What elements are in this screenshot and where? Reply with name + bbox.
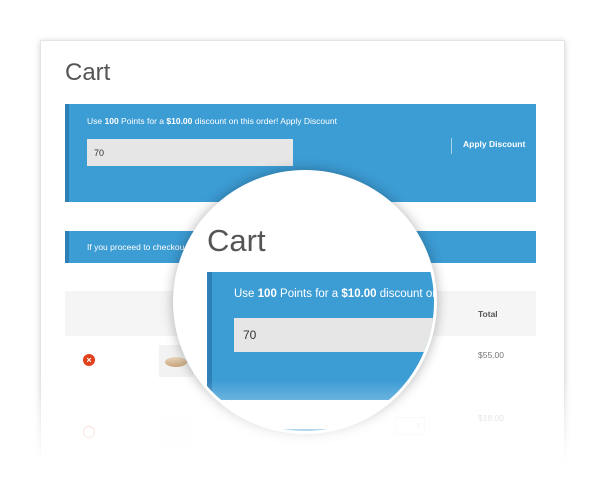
apply-discount-button[interactable]: Apply Discount bbox=[463, 139, 525, 149]
notice-divider bbox=[451, 138, 452, 154]
product-thumbnail[interactable] bbox=[159, 417, 193, 449]
magnified-points-message: Use 100 Points for a $10.00 discount on … bbox=[234, 288, 434, 300]
discount-amount: $10.00 bbox=[166, 116, 193, 126]
points-message: Use 100 Points for a $10.00 discount on … bbox=[87, 116, 337, 126]
page-title: Cart bbox=[65, 59, 111, 86]
row-total: $55.00 bbox=[478, 350, 504, 360]
total-column-header: Total bbox=[478, 309, 498, 319]
points-input[interactable] bbox=[87, 139, 293, 166]
remove-item-icon[interactable]: × bbox=[83, 354, 95, 366]
row-total: $18.00 bbox=[478, 413, 504, 423]
magnified-points-notice: Use 100 Points for a $10.00 discount on … bbox=[207, 272, 434, 400]
apply-discount-link[interactable]: Apply Discount bbox=[280, 116, 337, 126]
magnifier-lens: Cart Use 100 Points for a $10.00 discoun… bbox=[173, 170, 437, 434]
points-amount: 100 bbox=[104, 116, 119, 126]
magnified-page-title: Cart bbox=[207, 223, 266, 258]
checkout-notice-text: If you proceed to checkou bbox=[87, 242, 185, 252]
quantity-input[interactable]: 1 bbox=[395, 417, 425, 435]
magnified-points-input[interactable] bbox=[234, 318, 434, 352]
remove-item-icon[interactable] bbox=[83, 426, 95, 438]
product-image bbox=[165, 357, 187, 367]
